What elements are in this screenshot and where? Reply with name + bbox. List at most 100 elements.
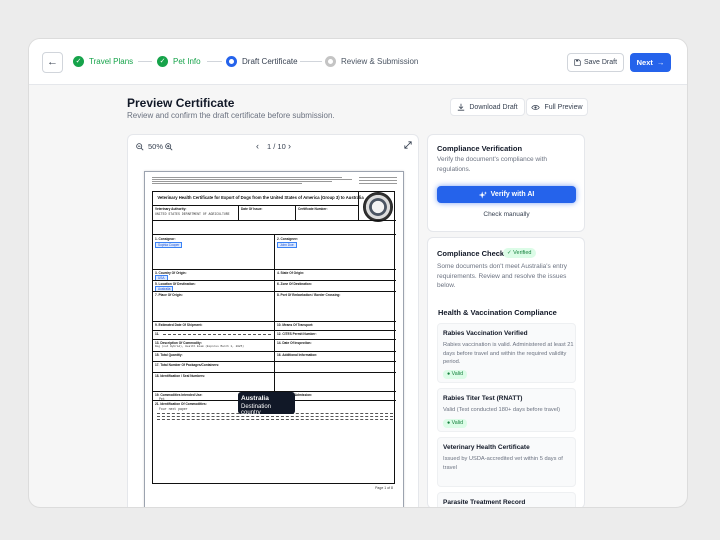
field-additional-info: 16. Additional Information: (277, 353, 317, 357)
viewer-toolbar: 50% ‹ 1 / 10 › (128, 135, 419, 159)
field-cert-number: Certificate Number: (298, 207, 328, 211)
form-line (153, 339, 396, 340)
stepper-bar: ← Travel Plans Pet Info Draft Certificat… (29, 39, 688, 85)
item-title: Rabies Titer Test (RNATT) (443, 395, 522, 402)
field-date-of-issue: Date Of Issue: (241, 207, 262, 211)
step-pet-info[interactable]: Pet Info (157, 56, 201, 67)
step-label: Draft Certificate (242, 57, 298, 66)
card-description: Some documents don't meet Australia's en… (437, 262, 579, 291)
fine-print (359, 183, 397, 184)
arrow-right-icon: → (657, 58, 665, 67)
form-line (153, 351, 396, 352)
full-preview-button[interactable]: Full Preview (526, 98, 588, 116)
verify-ai-label: Verify with AI (491, 191, 535, 198)
page-title: Preview Certificate (127, 96, 234, 110)
card-title: Compliance Check (437, 249, 504, 258)
card-title: Compliance Verification (437, 144, 522, 153)
form-line (274, 234, 275, 400)
page-indicator: 1 / 10 (267, 142, 286, 151)
eye-icon (531, 104, 540, 111)
certificate-title: Veterinary Health Certificate for Export… (153, 195, 368, 200)
next-button[interactable]: Next → (630, 53, 671, 72)
field-total-quantity: 15. Total Quantity: (155, 353, 183, 357)
fine-print (359, 177, 397, 178)
step-travel-plans[interactable]: Travel Plans (73, 56, 133, 67)
certificate-page: Veterinary Health Certificate for Export… (144, 171, 404, 508)
check-circle-icon (157, 56, 168, 67)
step-review-submission[interactable]: Review & Submission (325, 56, 418, 67)
page-subtitle: Review and confirm the draft certificate… (127, 111, 335, 120)
field-port-embark: 8. Port Of Embarkation / Border Crossing… (277, 293, 340, 297)
field-cites: 11. (155, 332, 159, 336)
valid-label: Valid (452, 371, 463, 377)
pending-step-icon (325, 56, 336, 67)
valid-badge: ● Valid (443, 419, 467, 428)
tooltip-title: Australia (241, 395, 292, 402)
dotted-line (163, 334, 271, 335)
dotted-line (157, 419, 393, 420)
compliance-verification-card: Compliance Verification Verify the docum… (427, 134, 585, 232)
fine-print (359, 180, 397, 181)
field-vet-authority: Veterinary Authority: (155, 207, 186, 211)
check-circle-icon (73, 56, 84, 67)
check-manually-button[interactable]: Check manually (437, 211, 576, 218)
card-description: Verify the document's compliance with re… (437, 155, 579, 174)
item-description: Valid (Test conducted 180+ days before t… (443, 406, 575, 415)
step-draft-certificate[interactable]: Draft Certificate (226, 56, 298, 67)
consignor-value-chip[interactable]: Sophia Cooper (155, 242, 182, 248)
compliance-item[interactable]: Rabies Vaccination Verified Rabies vacci… (437, 323, 576, 383)
verified-badge-label: Verified (513, 250, 531, 256)
zoom-out-icon[interactable] (136, 143, 144, 151)
field-means-transport: 10. Means Of Transport: (277, 323, 313, 327)
field-est-shipment: 9. Estimated Date Of Shipment: (155, 323, 202, 327)
step-label: Travel Plans (89, 57, 133, 66)
step-label: Review & Submission (341, 57, 418, 66)
save-draft-label: Save Draft (584, 59, 617, 66)
field-consignee: 2. Consignee: (277, 237, 298, 241)
commodity-value: Dog (not Hybrid), Health Exam (Expires M… (155, 345, 244, 348)
identification-value: Four next paper (159, 407, 188, 411)
save-draft-button[interactable]: Save Draft (567, 53, 624, 72)
consignee-value-chip[interactable]: John Doe (277, 242, 297, 248)
expand-icon[interactable] (404, 141, 412, 149)
dotted-line (157, 416, 393, 417)
fine-print (152, 183, 302, 184)
sparkle-icon (479, 191, 487, 199)
form-line (153, 361, 396, 362)
form-line (358, 192, 359, 220)
download-draft-button[interactable]: Download Draft (450, 98, 525, 116)
back-button[interactable]: ← (42, 52, 63, 73)
form-line (295, 205, 296, 220)
form-line (238, 205, 239, 220)
item-title: Rabies Vaccination Verified (443, 330, 528, 337)
verify-with-ai-button[interactable]: Verify with AI (437, 186, 576, 203)
step-connector (300, 61, 322, 62)
document-viewer: 50% ‹ 1 / 10 › Veterinary Health Certifi… (127, 134, 419, 508)
destination-tooltip: Australia Destination country (238, 392, 295, 414)
compliance-item[interactable]: Rabies Titer Test (RNATT) Valid (Test co… (437, 388, 576, 432)
compliance-item[interactable]: Parasite Treatment Record (437, 492, 576, 508)
next-label: Next (637, 58, 653, 67)
form-line (153, 330, 396, 331)
arrow-left-icon: ← (47, 56, 58, 68)
prev-page-icon[interactable]: ‹ (256, 141, 259, 151)
valid-label: Valid (452, 420, 463, 426)
field-place-origin: 7. Place Of Origin: (155, 293, 183, 297)
field-vet-authority-value: UNITED STATES DEPARTMENT OF AGRICULTURE (155, 212, 230, 216)
next-page-icon[interactable]: › (288, 141, 291, 151)
save-icon (574, 59, 581, 66)
full-preview-label: Full Preview (544, 104, 582, 111)
field-total-packages: 17. Total Number Of Packages/Containers: (155, 363, 219, 367)
step-label: Pet Info (173, 57, 201, 66)
item-description: Rabies vaccination is valid. Administere… (443, 341, 575, 367)
tooltip-subtitle: Destination country (241, 404, 292, 416)
section-title: Health & Vaccination Compliance (438, 308, 557, 317)
form-line (153, 372, 396, 373)
verified-badge: ✓ Verified (503, 248, 536, 258)
form-line (153, 220, 396, 221)
compliance-item[interactable]: Veterinary Health Certificate Issued by … (437, 437, 576, 487)
zoom-in-icon[interactable] (165, 143, 173, 151)
zoom-level: 50% (148, 142, 163, 151)
download-icon (457, 103, 465, 111)
valid-badge: ● Valid (443, 370, 467, 379)
